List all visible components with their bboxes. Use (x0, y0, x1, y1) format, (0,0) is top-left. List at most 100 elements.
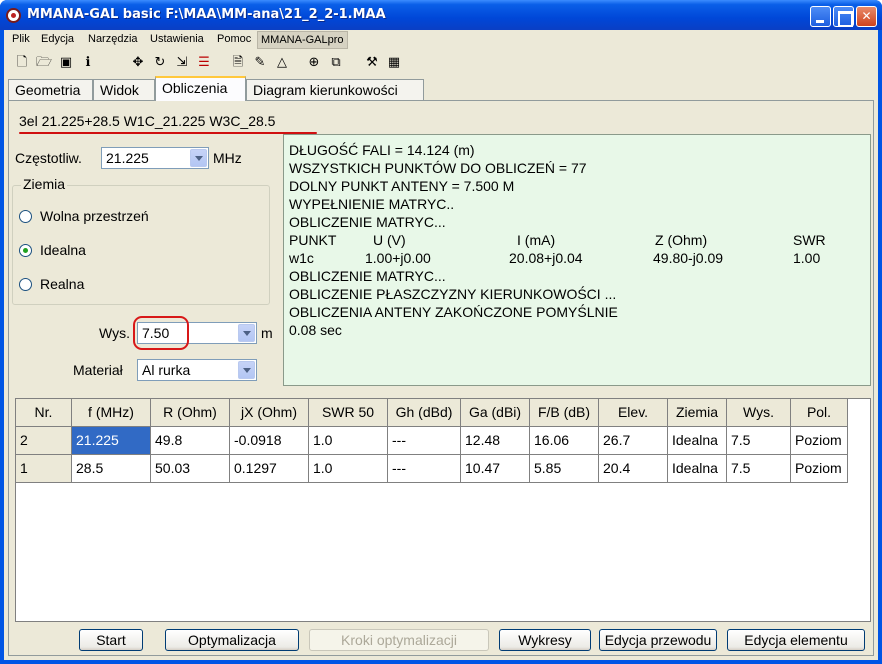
table-cell[interactable]: 7.5 (727, 427, 791, 455)
table-cell[interactable]: 12.48 (461, 427, 530, 455)
tab-obliczenia[interactable]: Obliczenia (155, 76, 246, 101)
frequency-label: Częstotliw. (15, 150, 82, 166)
table-cell[interactable]: 1.0 (309, 455, 388, 483)
client-area: Plik Edycja Narzędzia Ustawienia Pomoc M… (4, 30, 878, 660)
table-header-cell: jX (Ohm) (230, 399, 309, 427)
output-header-cell: Z (Ohm) (655, 232, 708, 248)
output-line: OBLICZENIE MATRYC... (289, 214, 446, 230)
table-cell[interactable]: Idealna (668, 455, 727, 483)
menu-mmana-galpro[interactable]: MMANA-GALpro (257, 31, 348, 49)
copy-icon[interactable]: ⧉ (328, 54, 344, 70)
results-table[interactable]: Nr. f (MHz) R (Ohm) jX (Ohm) SWR 50 Gh (dBd) G… (15, 398, 871, 622)
table-header-cell: SWR 50 (309, 399, 388, 427)
table-cell[interactable]: -0.0918 (230, 427, 309, 455)
pencil-icon[interactable]: ✎ (252, 54, 268, 70)
edit-wire-button[interactable]: Edycja przewodu (599, 629, 717, 651)
table-row-header[interactable]: 1 (16, 455, 72, 483)
frequency-combo[interactable]: 21.225 (101, 147, 209, 169)
new-icon[interactable]: 🗋 (14, 54, 30, 70)
tab-diagram-kierunkowosci[interactable]: Diagram kierunkowości (246, 79, 424, 101)
table-cell[interactable]: 50.03 (151, 455, 230, 483)
table-cell[interactable]: 49.8 (151, 427, 230, 455)
height-label: Wys. (99, 325, 130, 341)
material-combo[interactable]: Al rurka (137, 359, 257, 381)
tools-icon[interactable]: ⚒ (364, 54, 380, 70)
minimize-button[interactable] (810, 6, 831, 27)
wire-icon[interactable]: ☰ (196, 54, 212, 70)
calculation-page: 3el 21.225+28.5 W1C_21.225 W3C_28.5 Częs… (8, 100, 874, 656)
menu-ustawienia[interactable]: Ustawienia (150, 33, 204, 45)
table-cell[interactable]: Poziom (791, 455, 848, 483)
triangle-icon[interactable]: △ (274, 54, 290, 70)
table-cell[interactable]: 5.85 (530, 455, 599, 483)
output-line: 0.08 sec (289, 322, 342, 338)
open-icon[interactable]: 🗁 (36, 54, 52, 70)
info-icon[interactable]: ℹ (80, 54, 96, 70)
app-window: MMANA-GAL basic F:\MAA\MM-ana\21_2_2-1.M… (0, 0, 882, 664)
table-cell[interactable]: 28.5 (72, 455, 151, 483)
output-data-cell: 20.08+j0.04 (509, 250, 583, 266)
menu-edycja[interactable]: Edycja (41, 33, 74, 45)
height-unit: m (261, 325, 273, 341)
title-bar[interactable]: MMANA-GAL basic F:\MAA\MM-ana\21_2_2-1.M… (0, 0, 882, 30)
table-header-cell: F/B (dB) (530, 399, 599, 427)
table-cell[interactable]: Poziom (791, 427, 848, 455)
menu-narzedzia[interactable]: Narzędzia (88, 33, 138, 45)
menu-pomoc[interactable]: Pomoc (217, 33, 251, 45)
chevron-down-icon[interactable] (190, 149, 207, 167)
output-header-cell: SWR (793, 232, 826, 248)
page-icon[interactable]: 🗎 (230, 54, 246, 70)
chevron-down-icon[interactable] (238, 361, 255, 379)
table-cell[interactable]: 7.5 (727, 455, 791, 483)
rotate-icon[interactable]: ↻ (152, 54, 168, 70)
table-header-cell: Gh (dBd) (388, 399, 461, 427)
red-circle-annotation (133, 316, 189, 350)
table-header-cell: Ziemia (668, 399, 727, 427)
radio-circle-icon[interactable] (19, 278, 32, 291)
radio-circle-icon[interactable] (19, 210, 32, 223)
radio-checked-icon[interactable] (19, 244, 32, 257)
charts-button[interactable]: Wykresy (499, 629, 591, 651)
save-icon[interactable]: ▣ (58, 54, 74, 70)
output-header-cell: U (V) (373, 232, 406, 248)
table-cell[interactable]: 21.225 (72, 427, 151, 455)
output-header-cell: PUNKT (289, 232, 337, 248)
chevron-down-icon[interactable] (238, 324, 255, 342)
edit-element-button[interactable]: Edycja elementu (727, 629, 865, 651)
output-header-cell: I (mA) (517, 232, 556, 248)
table-cell[interactable]: 0.1297 (230, 455, 309, 483)
target-icon[interactable]: ⊕ (306, 54, 322, 70)
maximize-button[interactable] (833, 6, 854, 27)
menu-plik[interactable]: Plik (12, 33, 30, 45)
radio-real-label: Realna (40, 276, 85, 292)
close-button[interactable]: ✕ (856, 6, 877, 27)
radio-ideal-label: Idealna (40, 242, 86, 258)
output-data-cell: 1.00 (793, 250, 821, 266)
radio-free-space-label: Wolna przestrzeń (40, 208, 149, 224)
stretch-icon[interactable]: ⇲ (174, 54, 190, 70)
table-header-cell: f (MHz) (72, 399, 151, 427)
output-header-row: PUNKT U (V) I (mA) Z (Ohm) SWR (289, 231, 865, 249)
table-cell[interactable]: --- (388, 427, 461, 455)
table-cell[interactable]: Idealna (668, 427, 727, 455)
table-cell[interactable]: 16.06 (530, 427, 599, 455)
app-logo-icon[interactable] (6, 8, 21, 23)
table-cell[interactable]: --- (388, 455, 461, 483)
move-icon[interactable]: ✥ (130, 54, 146, 70)
table-cell[interactable]: 26.7 (599, 427, 668, 455)
optimize-button[interactable]: Optymalizacja (165, 629, 299, 651)
output-line: DOLNY PUNKT ANTENY = 7.500 M (289, 178, 515, 194)
calculator-icon[interactable]: ▦ (386, 54, 402, 70)
start-button[interactable]: Start (79, 629, 143, 651)
table-header-cell: Nr. (16, 399, 72, 427)
table-cell[interactable]: 20.4 (599, 455, 668, 483)
table-cell[interactable]: 1.0 (309, 427, 388, 455)
material-label: Materiał (73, 362, 123, 378)
tab-geometria[interactable]: Geometria (8, 79, 93, 101)
frequency-value: 21.225 (106, 150, 149, 166)
tab-widok[interactable]: Widok (93, 79, 155, 101)
calculation-output[interactable]: DŁUGOŚĆ FALI = 14.124 (m) WSZYSTKICH PUN… (283, 134, 871, 386)
table-row-header[interactable]: 2 (16, 427, 72, 455)
table-cell[interactable]: 10.47 (461, 455, 530, 483)
antenna-title: 3el 21.225+28.5 W1C_21.225 W3C_28.5 (19, 113, 276, 129)
